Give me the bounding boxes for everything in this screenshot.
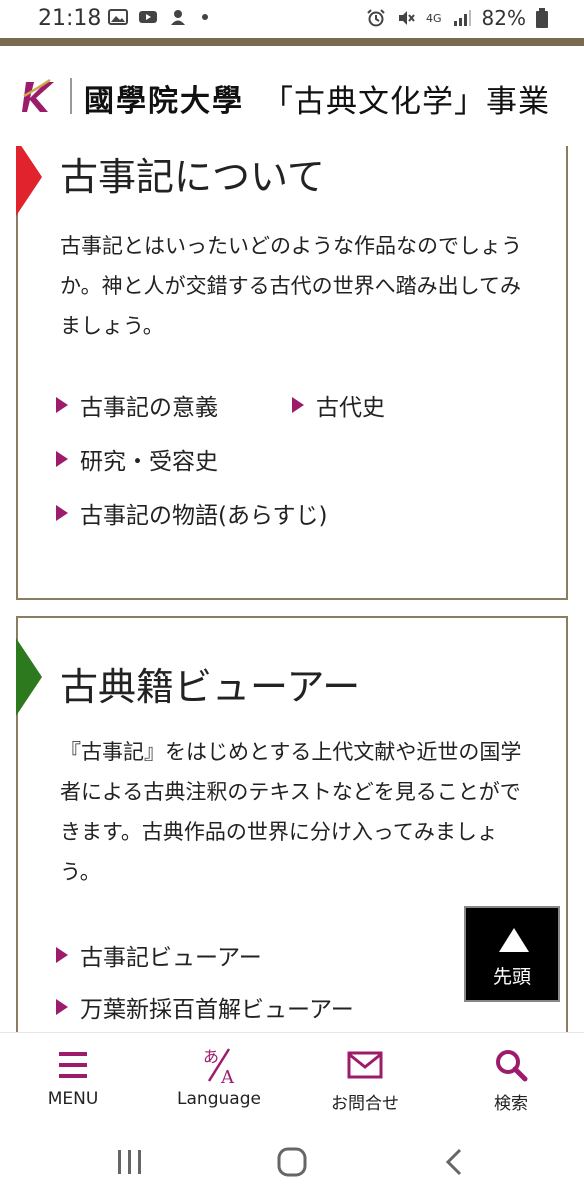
status-bar: 21:18 4G 82% — [0, 0, 584, 38]
link-label: 古事記ビューアー — [80, 945, 262, 971]
link-label: 万葉新採百首解ビューアー — [80, 997, 354, 1023]
link-label: 古代史 — [316, 395, 385, 421]
header-rule — [0, 38, 584, 46]
back-icon[interactable] — [436, 1146, 472, 1178]
main-content: 古事記について 古事記とはいったいどのような作品なのでしょうか。神と人が交錯する… — [0, 146, 584, 1032]
mute-icon — [399, 11, 415, 25]
svg-text:A: A — [220, 1067, 235, 1085]
app-notification-icon — [171, 10, 185, 25]
network-type: 4G — [426, 11, 442, 25]
card-title[interactable]: 古典籍ビューアー — [60, 656, 360, 711]
link-ancient-history[interactable]: 古代史 — [292, 388, 385, 422]
battery-percent: 82% — [481, 6, 526, 30]
search-icon — [496, 1050, 528, 1082]
link-kojiki-story[interactable]: 古事記の物語(あらすじ) — [56, 496, 328, 530]
svg-text:あ: あ — [203, 1047, 219, 1066]
bottom-nav: MENU あA Language お問合せ 検索 — [0, 1032, 584, 1124]
recent-apps-icon[interactable] — [112, 1146, 148, 1178]
card-flag-red — [16, 146, 42, 216]
link-kojiki-significance[interactable]: 古事記の意義 — [56, 388, 218, 422]
link-label: 古事記の意義 — [80, 395, 218, 421]
link-label: 研究・受容史 — [80, 449, 218, 475]
nav-contact[interactable]: お問合せ — [292, 1033, 438, 1125]
university-logo-icon[interactable] — [20, 76, 60, 116]
link-arrow-icon — [292, 397, 304, 413]
system-nav-bar — [0, 1124, 584, 1200]
alarm-icon — [367, 9, 385, 27]
home-icon[interactable] — [274, 1146, 310, 1178]
nav-language[interactable]: あA Language — [146, 1033, 292, 1125]
up-arrow-icon — [499, 928, 529, 952]
menu-icon — [59, 1052, 87, 1078]
nav-menu[interactable]: MENU — [0, 1033, 146, 1125]
more-notifications-dot — [202, 14, 208, 20]
system-indicators: 4G 82% — [366, 6, 548, 30]
logo-divider — [70, 78, 72, 114]
nav-language-label: Language — [177, 1089, 261, 1109]
card-description: 『古事記』をはじめとする上代文献や近世の国学者による古典注釈のテキストなどを見る… — [60, 740, 522, 884]
card-description: 古事記とはいったいどのような作品なのでしょうか。神と人が交錯する古代の世界へ踏み… — [60, 234, 522, 338]
notification-icons — [108, 8, 208, 26]
link-label: 古事記の物語(あらすじ) — [80, 503, 328, 529]
link-arrow-icon — [56, 397, 68, 413]
site-header: 國學院大學 「古典文化学」事業 — [0, 46, 584, 146]
image-icon — [108, 9, 128, 25]
link-arrow-icon — [56, 451, 68, 467]
project-name[interactable]: 「古典文化学」事業 — [262, 76, 550, 121]
youtube-icon — [139, 11, 157, 23]
link-kojiki-viewer[interactable]: 古事記ビューアー — [56, 938, 262, 972]
battery-icon — [536, 8, 548, 28]
nav-menu-label: MENU — [47, 1089, 99, 1109]
university-name[interactable]: 國學院大學 — [84, 76, 244, 120]
link-arrow-icon — [56, 505, 68, 521]
card-title[interactable]: 古事記について — [60, 146, 325, 201]
signal-icon — [453, 10, 471, 26]
language-icon: あA — [203, 1047, 235, 1085]
nav-contact-label: お問合せ — [331, 1094, 399, 1114]
mail-icon — [347, 1051, 383, 1079]
nav-search[interactable]: 検索 — [438, 1033, 584, 1125]
status-time: 21:18 — [38, 6, 102, 31]
back-to-top-label: 先頭 — [492, 966, 531, 988]
back-to-top-button[interactable]: 先頭 — [464, 906, 560, 1002]
nav-search-label: 検索 — [494, 1094, 528, 1114]
link-arrow-icon — [56, 999, 68, 1015]
link-research-reception[interactable]: 研究・受容史 — [56, 442, 218, 476]
card-flag-green — [16, 638, 42, 716]
card-about-kojiki: 古事記について 古事記とはいったいどのような作品なのでしょうか。神と人が交錯する… — [16, 146, 568, 600]
link-manyo-viewer[interactable]: 万葉新採百首解ビューアー — [56, 990, 354, 1024]
link-arrow-icon — [56, 947, 68, 963]
